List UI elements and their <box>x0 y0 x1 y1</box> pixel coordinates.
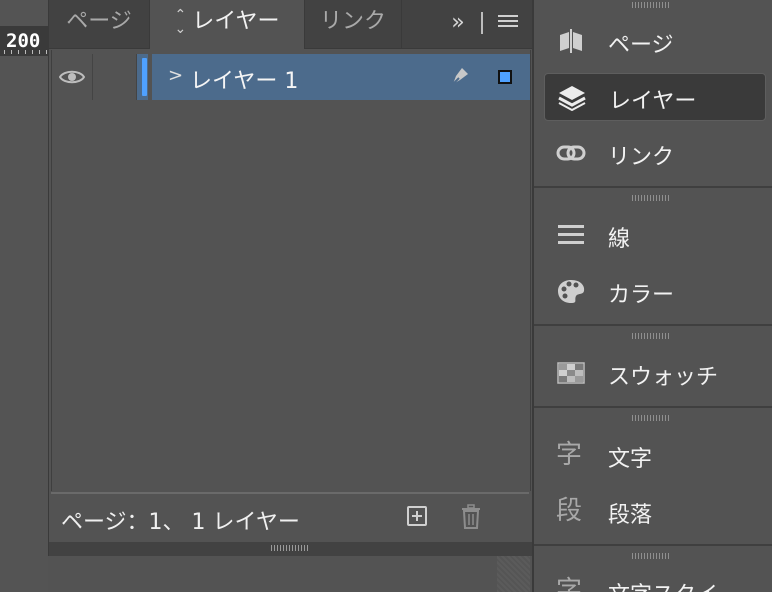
paragraph-icon: 段 <box>556 496 583 526</box>
layers-panel: ページ ⌃ ⌄ レイヤー リンク » > レイヤー 1 ページ：1、 1 レイヤ… <box>48 0 534 556</box>
trash-icon[interactable] <box>459 504 483 530</box>
ruler-value: 200 <box>6 30 41 52</box>
pages-icon <box>560 29 582 53</box>
ruler-ticks <box>4 50 48 54</box>
tab-overflow-button[interactable]: » <box>445 8 471 40</box>
vertical-ruler: 200 <box>0 0 48 592</box>
dock-group: 字 文字スタイ <box>534 546 772 592</box>
link-icon <box>556 145 586 161</box>
dock-item-color[interactable]: カラー <box>544 268 764 314</box>
dock-item-label: カラー <box>608 283 675 308</box>
layers-icon <box>558 86 586 111</box>
resize-grip <box>271 545 309 551</box>
character-styles-icon: 字 <box>556 576 583 592</box>
visibility-toggle[interactable] <box>52 54 93 100</box>
dock-group: スウォッチ <box>534 326 772 408</box>
layer-row-gap <box>148 54 152 100</box>
dock-item-label: 文字 <box>608 447 653 472</box>
layer-list: > レイヤー 1 <box>51 50 531 491</box>
new-layer-icon[interactable] <box>407 506 427 526</box>
tab-sort-icon: ⌃ ⌄ <box>174 7 187 37</box>
dock-group-grip[interactable] <box>632 333 670 339</box>
panel-resize-handle[interactable] <box>49 542 533 556</box>
tab-pages[interactable]: ページ <box>49 0 149 48</box>
tab-links[interactable]: リンク <box>305 0 401 48</box>
dock-item-character[interactable]: 字 文字 <box>544 432 764 478</box>
dock-group-grip[interactable] <box>632 2 670 8</box>
panel-dock: ページ レイヤー リンク 線 カラー スウォッチ 字 文字 段 段落 字 <box>532 0 772 592</box>
dock-item-swatches[interactable]: スウォッチ <box>544 350 764 396</box>
toolbar-divider <box>481 12 483 34</box>
selection-indicator[interactable] <box>498 70 512 84</box>
character-icon: 字 <box>556 440 583 470</box>
dock-item-character-styles[interactable]: 字 文字スタイ <box>544 568 764 592</box>
swatches-icon <box>557 362 585 384</box>
layer-name[interactable]: レイヤー 1 <box>190 63 298 95</box>
dock-item-paragraph[interactable]: 段 段落 <box>544 488 764 534</box>
dock-group-grip[interactable] <box>632 415 670 421</box>
tab-layers-label: レイヤー <box>192 9 280 34</box>
dock-group: 線 カラー <box>534 188 772 326</box>
dock-group: ページ レイヤー リンク <box>534 0 772 188</box>
dock-item-label: 線 <box>608 227 631 252</box>
tab-pages-label: ページ <box>66 9 132 34</box>
dock-item-stroke[interactable]: 線 <box>544 212 764 258</box>
dock-item-label: ページ <box>608 33 674 58</box>
dock-item-label: リンク <box>608 145 675 170</box>
dock-group: 字 文字 段 段落 <box>534 408 772 546</box>
eye-icon <box>59 70 85 84</box>
dock-item-pages[interactable]: ページ <box>544 18 764 64</box>
pen-icon <box>452 68 468 85</box>
canvas-texture <box>497 556 530 592</box>
dock-item-layers[interactable]: レイヤー <box>544 73 766 121</box>
dock-group-grip[interactable] <box>632 553 670 559</box>
dock-item-label: スウォッチ <box>608 365 719 390</box>
tab-links-label: リンク <box>319 9 386 34</box>
panel-menu-icon[interactable] <box>498 15 518 29</box>
layer-color-swatch <box>142 58 147 96</box>
dock-item-label: レイヤー <box>609 89 697 114</box>
tab-layers[interactable]: ⌃ ⌄ レイヤー <box>150 0 304 49</box>
dock-item-label: 文字スタイ <box>608 577 718 592</box>
panel-footer: ページ：1、 1 レイヤー <box>51 492 529 542</box>
stroke-icon <box>558 225 584 244</box>
dock-group-grip[interactable] <box>632 195 670 201</box>
palette-icon <box>558 280 585 303</box>
tab-separator <box>401 0 402 48</box>
layer-row[interactable]: > レイヤー 1 <box>52 54 530 100</box>
footer-status: ページ：1、 1 レイヤー <box>61 510 300 535</box>
panel-tab-bar: ページ ⌃ ⌄ レイヤー リンク » <box>49 0 533 49</box>
dock-item-label: 段落 <box>608 503 653 528</box>
expand-chevron-icon[interactable]: > <box>168 65 183 86</box>
dock-item-links[interactable]: リンク <box>544 130 764 176</box>
lock-toggle[interactable] <box>93 54 137 100</box>
